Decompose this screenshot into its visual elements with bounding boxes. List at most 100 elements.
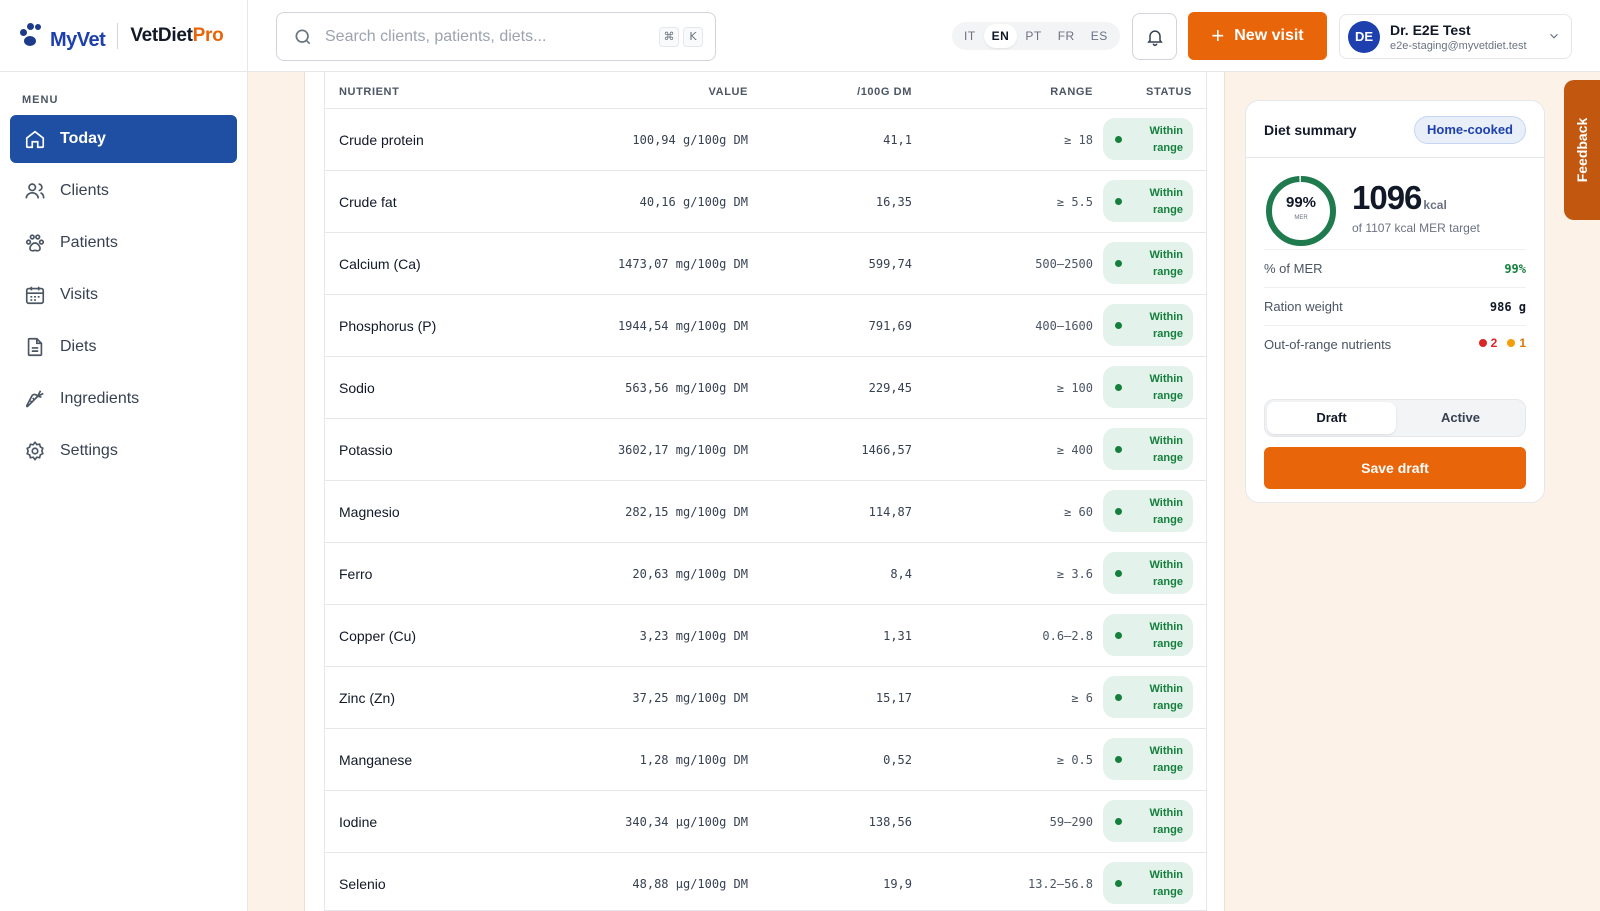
nutrient-range: ≥ 400 [1056,443,1093,457]
table-row: Copper (Cu) 3,23 mg/100g DM 1,31 0.6–2.8 Wit… [325,605,1206,667]
bell-icon [1146,29,1163,46]
sidebar-item-label: Ingredients [60,390,140,407]
status-text: Within range [1149,249,1184,278]
sidebar: MENU Today Clients Patients Visits Diets… [0,72,248,911]
status-badge: Within range [1103,428,1193,470]
user-email: e2e-staging@myvetdiet.test [1390,39,1527,52]
kcal-unit: kcal [1423,198,1447,212]
users-icon [25,183,45,199]
sidebar-item-clients[interactable]: Clients [10,167,237,215]
table-row: Sodio 563,56 mg/100g DM 229,45 ≥ 100 Within r… [325,357,1206,419]
kcal-total: 1096 kcal [1352,179,1447,217]
lang-pt[interactable]: PT [1017,24,1049,48]
out-of-range-counts[interactable]: 2 1 [1478,336,1526,350]
lang-it[interactable]: IT [956,24,984,48]
nutrient-value: 40,16 g/100g DM [639,195,748,209]
status-dot-icon [1115,694,1122,701]
nutrient-name: Magnesio [339,504,400,520]
status-text: Within range [1149,559,1184,588]
home-icon [25,130,45,149]
search-shortcut: ⌘ K [655,26,703,47]
nutrient-name: Ferro [339,566,373,582]
nutrient-range: ≥ 0.5 [1056,753,1093,767]
status-badge: Within range [1103,366,1193,408]
status-dot-icon [1115,570,1122,577]
notifications-button[interactable] [1132,13,1177,60]
top-header: MyVet VetDietPro ⌘ K IT EN PT FR ES + Ne… [0,0,1600,72]
lang-es[interactable]: ES [1083,24,1116,48]
sidebar-item-today[interactable]: Today [10,115,237,163]
error-count: 2 [1490,336,1498,350]
status-text: Within range [1149,187,1184,216]
brand-divider [117,23,119,49]
sidebar-item-ingredients[interactable]: Ingredients [10,375,237,423]
avatar: DE [1348,20,1380,53]
nutrient-range: ≥ 60 [1064,505,1093,519]
feedback-tab[interactable]: Feedback [1564,80,1600,220]
nutrient-per-dm: 229,45 [868,381,912,395]
status-badge: Within range [1103,490,1193,532]
status-badge: Within range [1103,800,1193,842]
toggle-draft[interactable]: Draft [1267,402,1396,434]
status-text: Within range [1149,807,1184,836]
status-dot-icon [1115,446,1122,453]
status-text: Within range [1149,497,1184,526]
table-row: Zinc (Zn) 37,25 mg/100g DM 15,17 ≥ 6 Within r… [325,667,1206,729]
ration-value: 986 g [1489,300,1526,314]
plus-icon: + [1211,23,1225,48]
nutrient-name: Calcium (Ca) [339,256,421,272]
new-visit-label: New visit [1234,27,1304,44]
status-badge: Within range [1103,118,1193,160]
mer-label: % of MER [1264,261,1323,276]
status-badge: Within range [1103,862,1193,904]
toggle-active[interactable]: Active [1396,402,1525,434]
nutrient-value: 1473,07 mg/100g DM [617,257,748,271]
status-text: Within range [1149,125,1184,154]
status-text: Within range [1149,745,1184,774]
user-menu[interactable]: DE Dr. E2E Test e2e-staging@myvetdiet.te… [1339,14,1572,59]
status-dot-icon [1115,136,1122,143]
nutrient-range: ≥ 3.6 [1056,567,1093,581]
nutrient-per-dm: 0,52 [883,753,912,767]
status-dot-icon [1115,260,1122,267]
diet-type-badge: Home-cooked [1414,116,1526,144]
sidebar-item-settings[interactable]: Settings [10,427,237,475]
brand[interactable]: MyVet VetDietPro [0,0,248,72]
menu-title: MENU [22,94,59,106]
nutrient-name: Phosphorus (P) [339,318,437,334]
user-name: Dr. E2E Test [1390,21,1471,38]
gear-icon [26,440,44,461]
sidebar-item-diets[interactable]: Diets [10,323,237,371]
sidebar-item-label: Diets [60,338,97,355]
diet-summary-card: Diet summary Home-cooked 99% MER 1096 kca… [1245,100,1545,503]
new-visit-button[interactable]: + New visit [1188,12,1327,60]
nutrient-per-dm: 1466,57 [861,443,912,457]
mer-ring-percent: 99% [1285,194,1317,211]
nutrient-value: 282,15 mg/100g DM [625,505,748,519]
lang-en[interactable]: EN [983,24,1018,48]
col-range: RANGE [1050,86,1093,98]
status-dot-icon [1115,632,1122,639]
nutrient-per-dm: 41,1 [883,133,912,147]
col-nutrient: NUTRIENT [339,86,400,98]
sidebar-item-label: Today [60,130,106,147]
sidebar-item-patients[interactable]: Patients [10,219,237,267]
nutrient-value: 1,28 mg/100g DM [639,753,748,767]
myvet-logo: MyVet [50,28,106,51]
save-draft-button[interactable]: Save draft [1264,447,1526,489]
status-toggle: Draft Active [1264,399,1526,437]
sidebar-item-visits[interactable]: Visits [10,271,237,319]
search-box[interactable]: ⌘ K [276,12,716,61]
nutrient-range: 13.2–56.8 [1027,877,1093,891]
table-row: Crude protein 100,94 g/100g DM 41,1 ≥ 18 Wit… [325,109,1206,171]
nutrient-value: 48,88 µg/100g DM [632,877,748,891]
lang-fr[interactable]: FR [1050,24,1083,48]
search-input[interactable] [325,27,645,46]
sidebar-item-label: Settings [60,442,118,459]
carrot-icon [25,390,44,408]
col-value: VALUE [708,86,748,98]
table-row: Iodine 340,34 µg/100g DM 138,56 59–290 Withi… [325,791,1206,853]
status-dot-icon [1115,322,1122,329]
nutrient-range: 0.6–2.8 [1042,629,1093,643]
table-row: Calcium (Ca) 1473,07 mg/100g DM 599,74 500–… [325,233,1206,295]
